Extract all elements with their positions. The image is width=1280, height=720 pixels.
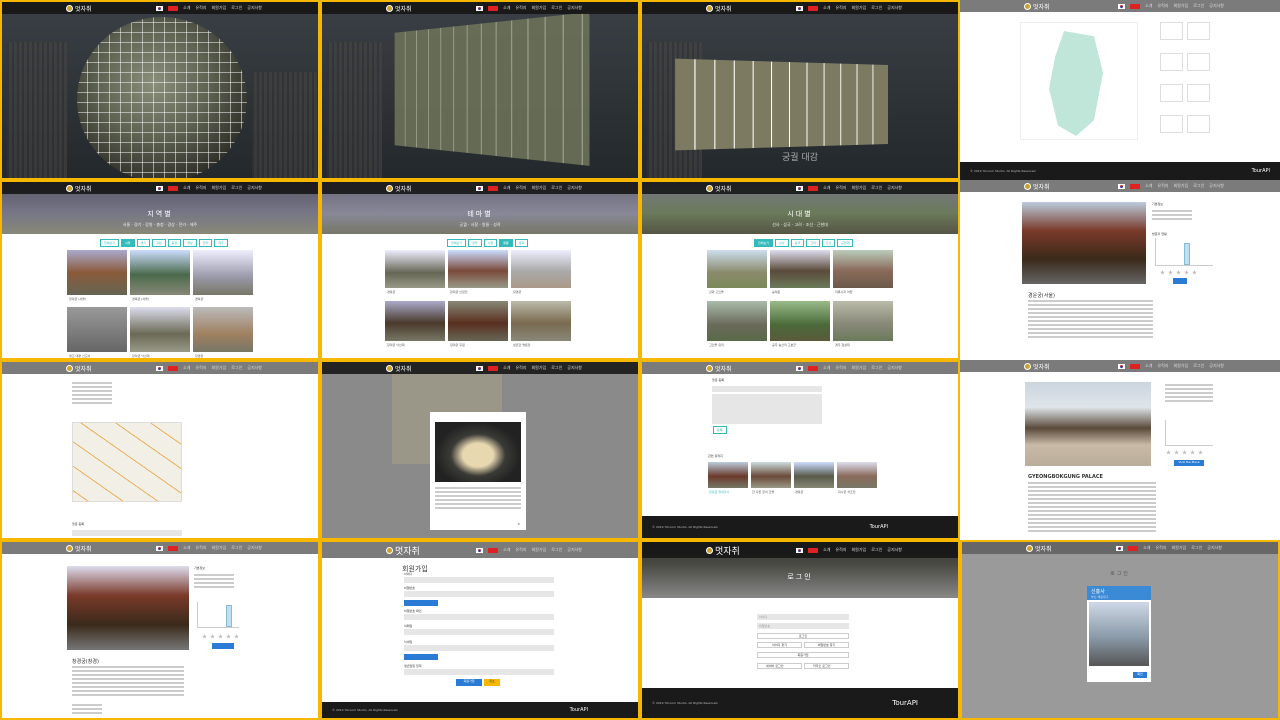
login-button[interactable]: 로그인 <box>757 633 849 639</box>
panel-detail-english: 멋자취 소개 유적지 회원가입 로그인 공지사항 GYEONGBOKGUNG PALACE… <box>960 360 1280 540</box>
related-item[interactable] <box>708 462 748 488</box>
password-field[interactable] <box>404 591 554 597</box>
list-item[interactable] <box>511 301 571 341</box>
location-map[interactable] <box>72 422 182 502</box>
visitor-chart <box>1155 238 1213 266</box>
cancel-button[interactable]: 취소 <box>484 679 500 686</box>
curved-photo-wall[interactable] <box>394 12 590 166</box>
place-popup: 신흥사 부산 해운대구 확인 <box>1087 586 1151 682</box>
weather-icon-grid <box>1160 22 1210 142</box>
list-item[interactable] <box>448 301 508 341</box>
page-title: 지역별 <box>147 210 173 218</box>
comment-submit-button[interactable]: 등록 <box>713 426 727 434</box>
visit-place-button[interactable]: Visit the Place <box>1174 460 1204 466</box>
panel-flat-gallery: 멋자취 소개 유적지 회원가입 로그인 공지사항 궁궐 대감 <box>640 0 960 180</box>
login-id-input[interactable]: 아이디 <box>757 614 849 620</box>
list-item[interactable] <box>707 301 767 341</box>
list-item[interactable] <box>707 250 767 288</box>
list-item[interactable] <box>130 307 190 352</box>
email-field[interactable] <box>404 629 554 635</box>
comment-textarea[interactable] <box>712 394 822 424</box>
panel-signup: 멋자취 소개 유적지 회원가입 로그인 공지사항 회원가입 아이디 비밀번호 비밀번호 확… <box>320 540 640 720</box>
id-field[interactable] <box>404 577 554 583</box>
visit-button[interactable] <box>1173 278 1187 284</box>
list-item[interactable] <box>130 250 190 295</box>
panel-popup-card: 멋자취 소개 유적지 회원가입 로그인 공지사항 로그인 신흥사 부산 해운대구 확인 <box>960 540 1280 720</box>
close-button[interactable]: ✕ <box>517 522 520 526</box>
detail-title: 경운궁(서울) <box>1028 293 1055 299</box>
nickname-field[interactable] <box>404 645 554 651</box>
tab-all[interactable]: 전체보기 <box>100 239 120 247</box>
panel-detail: 멋자취 소개 유적지 회원가입 로그인 공지사항 경운궁(서울) 기본정보 방문자 현황 <box>960 180 1280 360</box>
logo[interactable]: 멋자취 <box>66 4 92 13</box>
list-item[interactable] <box>67 307 127 352</box>
panel-map-comments: 멋자취 소개 유적지 회원가입 로그인 공지사항 댓글 등록 <box>0 360 320 540</box>
panel-comments-related: 멋자취 소개 유적지 회원가입 로그인 공지사항 댓글 등록 등록 관련 유적지 창덕궁 … <box>640 360 960 540</box>
password-confirm-field[interactable] <box>404 614 554 620</box>
panel-map-popup: 멋자취 소개 유적지 회원가입 로그인 공지사항 ✕ <box>320 360 640 540</box>
panel-login: 멋자취 소개 유적지 회원가입 로그인 공지사항 로그인 아이디 비밀번호 로그인 아이디… <box>640 540 960 720</box>
korea-map[interactable] <box>1020 22 1138 140</box>
food-popup: ✕ <box>430 412 526 530</box>
korea-flag-icon[interactable] <box>156 5 164 11</box>
comment-input[interactable] <box>72 530 182 536</box>
list-item[interactable] <box>770 250 830 288</box>
signup-button[interactable]: 회원가입 <box>456 679 482 686</box>
panel-map-weather: 멋자취 소개 유적지 회원가입 로그인 공지사항 © 2019 Ybroom Studio… <box>960 0 1280 180</box>
panel-region: 멋자취 소개 유적지 회원가입 로그인 공지사항 지역별 서울 · 경기 · 강원 · 충… <box>0 180 320 360</box>
list-item[interactable] <box>511 250 571 288</box>
list-item[interactable] <box>770 301 830 341</box>
login-password-input[interactable]: 비밀번호 <box>757 623 849 629</box>
panel-wall-gallery: 멋자취 소개 유적지 회원가입 로그인 공지사항 <box>320 0 640 180</box>
list-item[interactable] <box>448 250 508 288</box>
panel-sphere-gallery: 멋자취 소개 유적지 회원가입 로그인 공지사항 <box>0 0 320 180</box>
naver-login-button[interactable]: 네이버 로그인 <box>757 663 802 669</box>
ok-button[interactable]: 확인 <box>1133 672 1147 678</box>
top-nav: 멋자취 소개 유적지 회원가입 로그인 공지사항 <box>2 2 318 14</box>
list-item[interactable] <box>833 301 893 341</box>
detail-photo <box>1022 202 1146 284</box>
photo-grid-wall[interactable] <box>675 58 889 151</box>
related-item[interactable] <box>751 462 791 488</box>
list-item[interactable] <box>833 250 893 288</box>
panel-theme: 멋자취 소개 유적지 회원가입 로그인 공지사항 테마별 궁궐 · 사찰 · 왕릉 · 성… <box>320 180 640 360</box>
birthdate-field[interactable] <box>404 669 554 675</box>
related-item[interactable] <box>794 462 834 488</box>
list-item[interactable] <box>193 250 253 295</box>
login-title: 로그인 <box>787 573 813 581</box>
related-item[interactable] <box>837 462 877 488</box>
panel-detail-2: 멋자취 소개 유적지 회원가입 로그인 공지사항 창경궁(창경) 기본정보 <box>0 540 320 720</box>
gallery-caption: 궁궐 대감 <box>782 153 818 163</box>
list-item[interactable] <box>193 307 253 352</box>
region-tabs: 전체보기 서울 경기 강원 충청 경상 전라 제주 <box>100 239 228 247</box>
list-item[interactable] <box>67 250 127 295</box>
list-item[interactable] <box>385 250 445 288</box>
kakao-login-button[interactable]: 카카오 로그인 <box>804 663 849 669</box>
list-item[interactable] <box>385 301 445 341</box>
panel-era: 멋자취 소개 유적지 회원가입 로그인 공지사항 시대별 선사 · 삼국 · 고려 · 조… <box>640 180 960 360</box>
